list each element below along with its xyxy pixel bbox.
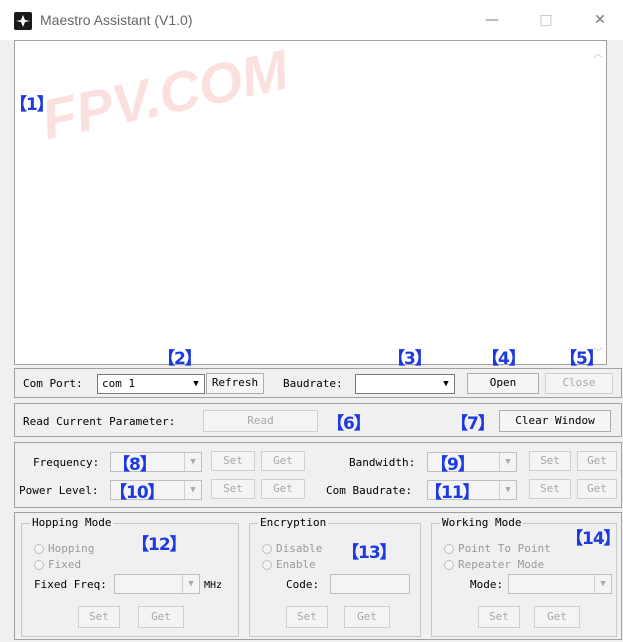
vertical-scrollbar[interactable]: ︿ ﹀ [590, 41, 606, 364]
code-label: Code: [286, 578, 320, 591]
hopping-get-button[interactable]: Get [138, 606, 184, 628]
power-level-label: Power Level: [19, 484, 99, 497]
marker-13: 【13】 [342, 543, 397, 563]
marker-9: 【9】 [431, 455, 475, 475]
point-to-point-radio[interactable] [444, 544, 454, 554]
marker-6: 【6】 [327, 414, 371, 434]
chevron-down-icon[interactable]: ▼ [184, 481, 201, 499]
enable-radio[interactable] [262, 560, 272, 570]
hopping-option-label: Hopping [48, 542, 95, 555]
marker-14: 【14】 [566, 529, 621, 549]
baudrate-select[interactable]: ▼ [355, 374, 455, 394]
parameters-panel: Frequency: ▼ 【8】 Set Get Bandwidth: ▼ 【9… [14, 442, 622, 508]
power-set-button[interactable]: Set [211, 479, 255, 499]
read-parameter-panel: Read Current Parameter: Read 【6】 【7】 Cle… [14, 403, 622, 437]
read-button[interactable]: Read [203, 410, 318, 432]
hopping-mode-group: Hopping Mode 【12】 Hopping Fixed Fixed Fr… [21, 516, 239, 637]
chevron-down-icon[interactable]: ▼ [184, 453, 201, 471]
bandwidth-label: Bandwidth: [349, 456, 416, 469]
com-port-panel: Com Port: com 1 ▼ Refresh Baudrate: ▼ Op… [14, 368, 622, 398]
baudrate-label: Baudrate: [283, 377, 343, 390]
chevron-down-icon[interactable]: ▼ [438, 375, 454, 393]
mhz-unit-label: MHz [204, 580, 223, 591]
title-bar: Maestro Assistant (V1.0) — □ ✕ [0, 0, 623, 40]
fixed-option-label: Fixed [48, 558, 82, 571]
marker-7: 【7】 [451, 414, 495, 434]
com-port-value: com 1 [102, 377, 136, 390]
disable-radio[interactable] [262, 544, 272, 554]
chevron-down-icon[interactable]: ▼ [594, 575, 611, 593]
read-parameter-label: Read Current Parameter: [23, 415, 176, 428]
marker-12: 【12】 [132, 535, 187, 555]
hopping-set-button[interactable]: Set [78, 606, 120, 628]
encryption-title: Encryption [258, 516, 329, 529]
com-baudrate-set-button[interactable]: Set [529, 479, 571, 499]
fixed-freq-select[interactable]: ▼ [114, 574, 200, 594]
marker-3: 【3】 [388, 349, 432, 369]
bandwidth-get-button[interactable]: Get [577, 451, 617, 471]
mode-label: Mode: [470, 578, 504, 591]
close-icon[interactable]: ✕ [580, 8, 620, 32]
maximize-icon[interactable]: □ [526, 8, 566, 32]
chevron-down-icon[interactable]: ▼ [188, 375, 204, 393]
marker-4: 【4】 [482, 349, 526, 369]
disable-option-label: Disable [276, 542, 323, 555]
frequency-set-button[interactable]: Set [211, 451, 255, 471]
enable-option-label: Enable [276, 558, 316, 571]
output-window[interactable]: ︿ ﹀ [14, 40, 607, 365]
encryption-get-button[interactable]: Get [344, 606, 390, 628]
marker-5: 【5】 [560, 349, 604, 369]
mode-select[interactable]: ▼ [508, 574, 612, 594]
app-logo-icon [14, 12, 32, 30]
minimize-icon[interactable]: — [472, 8, 512, 32]
mode-panel: Hopping Mode 【12】 Hopping Fixed Fixed Fr… [14, 512, 622, 640]
working-get-button[interactable]: Get [534, 606, 580, 628]
window-title: Maestro Assistant (V1.0) [40, 12, 193, 28]
close-button[interactable]: Close [545, 373, 613, 394]
hopping-radio[interactable] [34, 544, 44, 554]
repeater-mode-label: Repeater Mode [458, 558, 545, 571]
point-to-point-label: Point To Point [458, 542, 551, 555]
chevron-down-icon[interactable]: ▼ [499, 453, 516, 471]
open-button[interactable]: Open [467, 373, 539, 394]
hopping-mode-title: Hopping Mode [30, 516, 114, 529]
code-input[interactable] [330, 574, 410, 594]
marker-11: 【11】 [425, 483, 480, 503]
clear-window-button[interactable]: Clear Window [499, 410, 611, 432]
chevron-down-icon[interactable]: ▼ [182, 575, 199, 593]
bandwidth-set-button[interactable]: Set [529, 451, 571, 471]
marker-8: 【8】 [113, 455, 157, 475]
working-set-button[interactable]: Set [478, 606, 520, 628]
power-get-button[interactable]: Get [261, 479, 305, 499]
frequency-label: Frequency: [33, 456, 100, 469]
marker-10: 【10】 [110, 483, 165, 503]
fixed-freq-label: Fixed Freq: [34, 578, 107, 591]
com-port-select[interactable]: com 1 ▼ [97, 374, 205, 394]
marker-1: 【1】 [10, 95, 54, 115]
encryption-set-button[interactable]: Set [286, 606, 328, 628]
fixed-radio[interactable] [34, 560, 44, 570]
app-window: Maestro Assistant (V1.0) — □ ✕ ︿ ﹀ FPV.C… [0, 0, 623, 642]
repeater-mode-radio[interactable] [444, 560, 454, 570]
chevron-down-icon[interactable]: ▼ [499, 481, 516, 499]
com-baudrate-get-button[interactable]: Get [577, 479, 617, 499]
encryption-group: Encryption Disable 【13】 Enable Code: Set… [249, 516, 421, 637]
marker-2: 【2】 [158, 349, 202, 369]
com-port-label: Com Port: [23, 377, 83, 390]
working-mode-title: Working Mode [440, 516, 524, 529]
com-baudrate-label: Com Baudrate: [326, 484, 413, 497]
refresh-button[interactable]: Refresh [206, 373, 264, 394]
working-mode-group: Working Mode 【14】 Point To Point Repeate… [431, 516, 621, 637]
frequency-get-button[interactable]: Get [261, 451, 305, 471]
scroll-up-icon[interactable]: ︿ [590, 47, 606, 63]
